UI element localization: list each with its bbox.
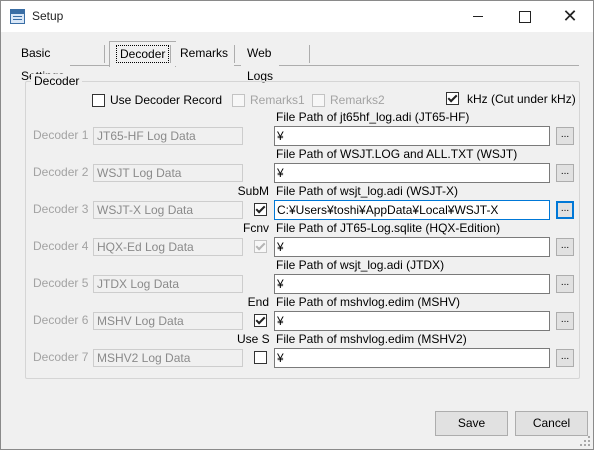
- tab-basic-settings[interactable]: Basic Settings: [15, 42, 71, 83]
- file-path-caption: File Path of mshvlog.edim (MSHV): [276, 295, 461, 309]
- tab-remarks[interactable]: Remarks: [174, 42, 235, 66]
- file-path-caption: File Path of mshvlog.edim (MSHV2): [276, 332, 467, 346]
- use-decoder-record-checkbox[interactable]: [92, 94, 105, 107]
- window-title: Setup: [32, 9, 64, 23]
- cancel-button[interactable]: Cancel: [515, 411, 588, 436]
- file-path-caption: File Path of wsjt_log.adi (JTDX): [276, 258, 445, 272]
- file-path-input[interactable]: ¥: [274, 126, 550, 146]
- file-path-input[interactable]: ¥: [274, 311, 550, 331]
- decoder-label: Decoder 2: [33, 165, 89, 179]
- remarks1-checkbox[interactable]: [232, 94, 245, 107]
- tab-label: Decoder: [116, 45, 170, 63]
- browse-button[interactable]: ...: [556, 164, 574, 182]
- decoder-name-field: MSHV2 Log Data: [93, 349, 243, 367]
- decoder-option-label: End: [247, 295, 269, 309]
- file-path-caption: File Path of jt65hf_log.adi (JT65-HF): [276, 110, 470, 124]
- decoder-option-checkbox[interactable]: [254, 314, 267, 327]
- browse-button[interactable]: ...: [556, 127, 574, 145]
- file-path-caption: File Path of WSJT.LOG and ALL.TXT (WSJT): [276, 147, 518, 161]
- close-icon: ✕: [562, 6, 578, 26]
- browse-button[interactable]: ...: [556, 275, 574, 293]
- khz-checkbox[interactable]: [446, 92, 459, 105]
- save-button[interactable]: Save: [435, 411, 508, 436]
- decoder-option-checkbox[interactable]: [254, 351, 267, 364]
- setup-window: Setup ✕ Basic Settings Decoder Remarks W…: [0, 0, 594, 450]
- file-path-input[interactable]: C:¥Users¥toshi¥AppData¥Local¥WSJT-X: [274, 200, 550, 220]
- file-path-caption: File Path of JT65-Log.sqlite (HQX-Editio…: [276, 221, 501, 235]
- decoder-option-label: SubM: [237, 184, 269, 198]
- decoder-label: Decoder 5: [33, 276, 89, 290]
- decoder-option-checkbox[interactable]: [254, 240, 267, 253]
- tab-label: Web Logs: [247, 46, 274, 83]
- decoder-name-field: MSHV Log Data: [93, 312, 243, 330]
- decoder-label: Decoder 4: [33, 239, 89, 253]
- browse-button[interactable]: ...: [556, 238, 574, 256]
- resize-grip-icon[interactable]: [580, 436, 590, 446]
- remarks2-checkbox[interactable]: [312, 94, 325, 107]
- file-path-caption: File Path of wsjt_log.adi (WSJT-X): [276, 184, 459, 198]
- maximize-button[interactable]: [501, 1, 547, 32]
- title-bar: Setup ✕: [1, 1, 593, 32]
- group-title: Decoder: [31, 74, 83, 88]
- tab-label: Remarks: [180, 46, 229, 60]
- decoder-name-field: JT65-HF Log Data: [93, 127, 243, 145]
- decoder-label: Decoder 7: [33, 350, 89, 364]
- remarks1-label: Remarks1: [250, 93, 305, 107]
- decoder-label: Decoder 3: [33, 202, 89, 216]
- decoder-label: Decoder 1: [33, 128, 89, 142]
- file-path-input[interactable]: ¥: [274, 348, 550, 368]
- decoder-name-field: WSJT-X Log Data: [93, 201, 243, 219]
- file-path-input[interactable]: ¥: [274, 163, 550, 183]
- decoder-option-label: Use S: [237, 332, 270, 346]
- khz-label: kHz (Cut under kHz): [467, 92, 576, 106]
- use-decoder-record-label: Use Decoder Record: [110, 93, 223, 107]
- file-path-input[interactable]: ¥: [274, 274, 550, 294]
- tab-decoder[interactable]: Decoder: [109, 41, 177, 67]
- remarks2-label: Remarks2: [330, 93, 385, 107]
- browse-button[interactable]: ...: [556, 312, 574, 330]
- minimize-button[interactable]: [455, 1, 501, 32]
- decoder-option-label: Fcnv: [242, 221, 269, 235]
- decoder-name-field: WSJT Log Data: [93, 164, 243, 182]
- decoder-option-checkbox[interactable]: [254, 203, 267, 216]
- close-button[interactable]: ✕: [547, 1, 593, 32]
- browse-button[interactable]: ...: [556, 201, 574, 219]
- decoder-label: Decoder 6: [33, 313, 89, 327]
- decoder-name-field: JTDX Log Data: [93, 275, 243, 293]
- app-icon: [10, 9, 25, 24]
- file-path-input[interactable]: ¥: [274, 237, 550, 257]
- browse-button[interactable]: ...: [556, 349, 574, 367]
- decoder-name-field: HQX-Ed Log Data: [93, 238, 243, 256]
- tab-web-logs[interactable]: Web Logs: [241, 42, 280, 83]
